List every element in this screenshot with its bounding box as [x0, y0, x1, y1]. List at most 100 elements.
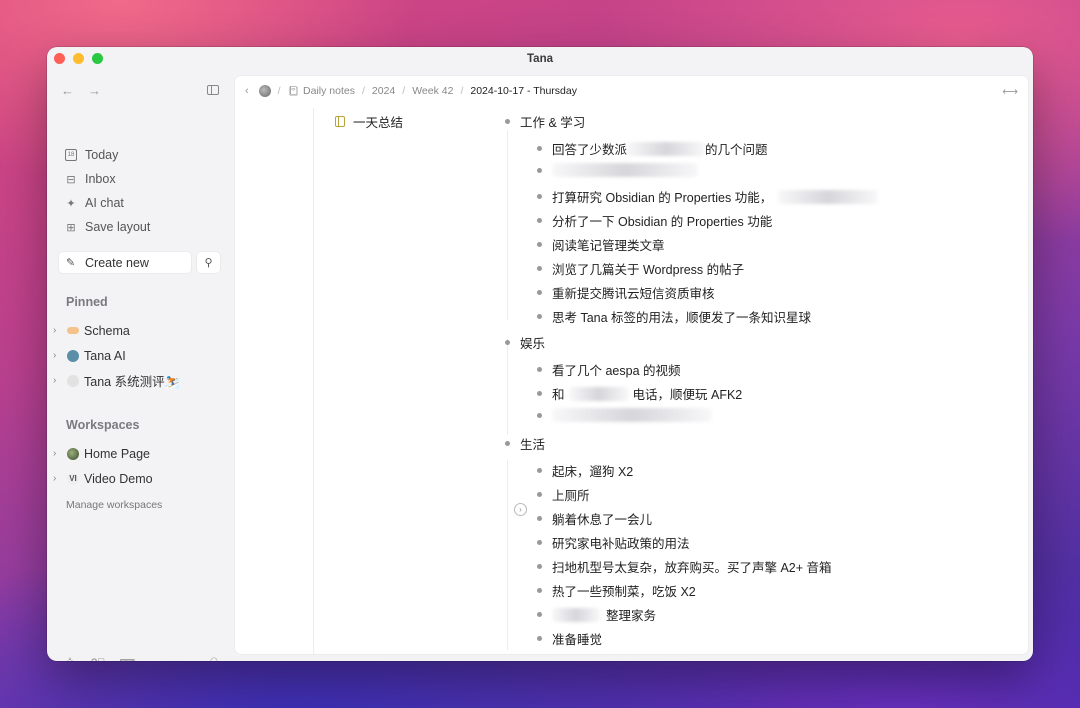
list-item[interactable]: 热了一些预制菜，吃饭 X2: [537, 581, 696, 600]
search-button[interactable]: ⚲: [197, 252, 220, 273]
list-item[interactable]: 看了几个 aespa 的视频: [537, 360, 681, 379]
list-item[interactable]: 思考 Tana 标签的用法，顺便发了一条知识星球: [537, 307, 811, 326]
breadcrumb-week[interactable]: Week 42: [412, 85, 453, 97]
bullet[interactable]: [537, 290, 542, 295]
manage-workspaces-link[interactable]: Manage workspaces: [66, 499, 162, 511]
bullet[interactable]: [537, 266, 542, 271]
workspace-item-home-page[interactable]: › Home Page: [53, 441, 153, 466]
list-item[interactable]: 上厕所: [537, 485, 590, 504]
workspace-item-video-demo[interactable]: › VI Video Demo: [53, 466, 153, 491]
bullet[interactable]: [537, 146, 542, 151]
sidebar-menu: 18 Today ⊟ Inbox ✦ AI chat ⊞ Save layout: [65, 143, 150, 239]
pinned-item-tana-review[interactable]: › Tana 系统测评⛷️: [53, 368, 180, 393]
list-item[interactable]: [537, 163, 698, 177]
menu-item-ai-chat[interactable]: ✦ AI chat: [65, 191, 150, 215]
app-window: Tana ← → 18 Today ⊟ Inbox ✦ AI chat ⊞ Sa…: [47, 47, 1033, 661]
menu-item-save-layout[interactable]: ⊞ Save layout: [65, 215, 150, 239]
menu-item-today[interactable]: 18 Today: [65, 143, 150, 167]
section-node[interactable]: 生活: [505, 434, 545, 453]
workspaces-list: › Home Page › VI Video Demo: [53, 441, 153, 491]
help-icon[interactable]: ?⃝: [91, 657, 105, 661]
item-text: 重新提交腾讯云短信资质审核: [552, 287, 715, 301]
inbox-icon: ⊟: [66, 173, 76, 186]
bullet[interactable]: [537, 367, 542, 372]
list-item[interactable]: 回答了少数派 的几个问题: [537, 139, 768, 158]
close-window-button[interactable]: [54, 53, 65, 64]
list-item[interactable]: 阅读笔记管理类文章: [537, 235, 665, 254]
bullet[interactable]: [537, 242, 542, 247]
item-text-suffix: 的几个问题: [705, 143, 768, 157]
layout-icon: ⊞: [66, 221, 76, 234]
item-text: 上厕所: [552, 489, 590, 503]
bullet[interactable]: [537, 612, 542, 617]
notebook-icon: 📔︎: [287, 85, 300, 96]
field-label[interactable]: 一天总结: [335, 112, 403, 131]
chevron-right-icon[interactable]: ›: [53, 448, 63, 459]
list-item[interactable]: 扫地机型号太复杂，放弃购买。买了声擎 A2+ 音箱: [537, 557, 832, 576]
chevron-left-icon[interactable]: ‹: [245, 85, 249, 97]
bell-icon[interactable]: 🔔︎: [63, 657, 77, 661]
section-node[interactable]: 工作 & 学习: [505, 112, 585, 131]
user-icon[interactable]: 👤︎: [207, 657, 221, 661]
menu-item-label: AI chat: [85, 196, 124, 210]
list-item[interactable]: [537, 408, 712, 422]
list-item[interactable]: 和 电话，顺便玩 AFK2: [537, 384, 742, 403]
forward-arrow-icon[interactable]: →: [88, 83, 101, 98]
item-text: 看了几个 aespa 的视频: [552, 364, 681, 378]
bullet[interactable]: [537, 412, 542, 418]
keyboard-icon[interactable]: ⌨: [119, 657, 135, 661]
bullet[interactable]: [537, 492, 542, 497]
menu-item-label: Inbox: [85, 172, 116, 186]
pinned-item-label: Tana 系统测评⛷️: [84, 375, 181, 389]
bullet[interactable]: [537, 588, 542, 593]
bullet[interactable]: [537, 194, 542, 199]
bullet[interactable]: [537, 391, 542, 396]
chevron-right-icon[interactable]: ›: [53, 473, 63, 484]
bullet[interactable]: [537, 516, 542, 521]
breadcrumb-separator: /: [402, 85, 406, 97]
pinned-item-schema[interactable]: › Schema: [53, 318, 180, 343]
item-text: 分析了一下 Obsidian 的 Properties 功能: [552, 215, 773, 229]
breadcrumb-daily-notes[interactable]: Daily notes: [303, 85, 355, 97]
list-item[interactable]: 准备睡觉: [537, 629, 602, 648]
list-item[interactable]: 分析了一下 Obsidian 的 Properties 功能: [537, 211, 772, 230]
chevron-right-icon[interactable]: ›: [53, 350, 63, 361]
bullet[interactable]: [537, 167, 542, 173]
pill-icon: [67, 327, 79, 334]
bullet[interactable]: [537, 314, 542, 319]
item-text: 阅读笔记管理类文章: [552, 239, 665, 253]
chevron-right-icon[interactable]: ›: [53, 375, 63, 386]
sidebar-toggle-icon[interactable]: [207, 85, 219, 95]
list-item[interactable]: 起床，遛狗 X2: [537, 461, 633, 480]
expand-width-icon[interactable]: ⟷: [1002, 85, 1018, 98]
list-item[interactable]: 打算研究 Obsidian 的 Properties 功能，: [537, 187, 879, 206]
bullet[interactable]: [537, 540, 542, 545]
bullet[interactable]: [505, 119, 510, 124]
list-item[interactable]: 重新提交腾讯云短信资质审核: [537, 283, 715, 302]
list-item[interactable]: 浏览了几篇关于 Wordpress 的帖子: [537, 259, 744, 278]
workspace-avatar[interactable]: [258, 85, 271, 97]
menu-item-inbox[interactable]: ⊟ Inbox: [65, 167, 150, 191]
workspace-item-label: Home Page: [84, 446, 151, 461]
robot-icon: [67, 349, 79, 362]
item-text-suffix: 电话，顺便玩 AFK2: [632, 388, 743, 402]
pinned-item-tana-ai[interactable]: › Tana AI: [53, 343, 180, 368]
bullet[interactable]: [505, 441, 510, 446]
section-node[interactable]: 娱乐: [505, 333, 545, 352]
minimize-window-button[interactable]: [73, 53, 84, 64]
expand-toggle-icon[interactable]: ›: [514, 503, 527, 516]
bullet[interactable]: [505, 340, 510, 345]
list-item[interactable]: 整理家务: [537, 605, 656, 624]
bullet[interactable]: [537, 564, 542, 569]
back-arrow-icon[interactable]: ←: [61, 83, 74, 98]
list-item[interactable]: 研究家电补贴政策的用法: [537, 533, 690, 552]
bullet[interactable]: [537, 468, 542, 473]
chevron-right-icon[interactable]: ›: [53, 325, 63, 336]
section-title: 娱乐: [520, 337, 546, 351]
bullet[interactable]: [537, 636, 542, 641]
create-new-button[interactable]: ✎ Create new: [59, 252, 191, 273]
breadcrumb-year[interactable]: 2024: [372, 85, 395, 97]
zoom-window-button[interactable]: [92, 53, 103, 64]
bullet[interactable]: [537, 218, 542, 223]
list-item[interactable]: 躺着休息了一会儿: [537, 509, 652, 528]
